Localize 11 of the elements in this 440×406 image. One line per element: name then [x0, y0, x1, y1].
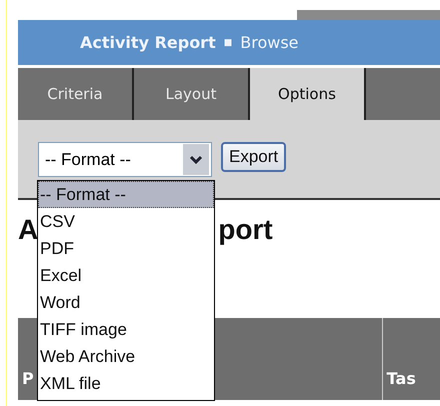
report-title-start: A	[18, 214, 38, 246]
column-header: P	[22, 369, 34, 388]
export-button[interactable]: Export	[221, 142, 286, 172]
dropdown-option[interactable]: -- Format --	[38, 181, 214, 208]
report-title-end: port	[218, 214, 273, 246]
caret-icon	[183, 144, 209, 175]
header-title: Activity Report	[80, 33, 216, 52]
column-header: Tas	[386, 369, 416, 388]
format-select[interactable]: -- Format --	[38, 142, 212, 177]
tab[interactable]: Options	[250, 68, 366, 120]
header-separator: ■	[224, 38, 232, 48]
